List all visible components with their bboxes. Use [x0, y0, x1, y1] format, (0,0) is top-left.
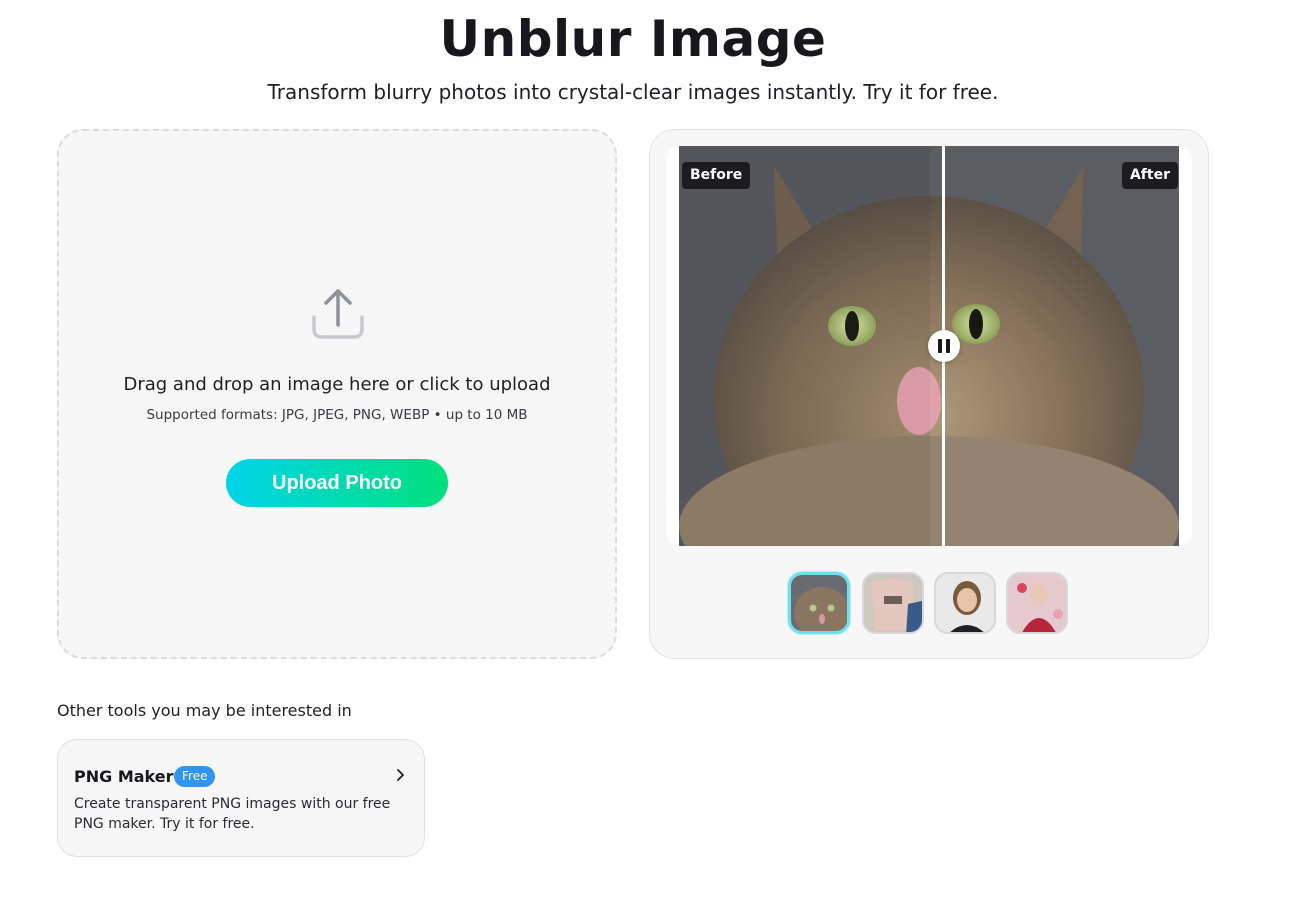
- after-badge: After: [1121, 162, 1178, 189]
- thumbnail-cat[interactable]: [788, 572, 850, 634]
- pause-icon[interactable]: [928, 330, 960, 362]
- chevron-right-icon: [397, 769, 404, 781]
- tool-card-png-maker[interactable]: PNG Maker Free Create transparent PNG im…: [57, 739, 425, 857]
- sample-thumbnails: [788, 570, 1078, 634]
- upload-icon: [312, 289, 364, 339]
- upload-instruction: Drag and drop an image here or click to …: [123, 374, 551, 395]
- tool-name: PNG Maker: [74, 767, 174, 786]
- upload-photo-button[interactable]: Upload Photo: [226, 459, 448, 507]
- thumbnail-portrait[interactable]: [934, 572, 996, 634]
- other-tools-heading: Other tools you may be interested in: [57, 701, 352, 720]
- before-badge: Before: [682, 162, 751, 189]
- tool-description: Create transparent PNG images with our f…: [74, 796, 391, 832]
- thumbnail-tshirts[interactable]: [862, 572, 924, 634]
- upload-dropzone[interactable]: Drag and drop an image here or click to …: [57, 129, 617, 659]
- comparison-image[interactable]: [679, 146, 1179, 546]
- free-badge: Free: [174, 766, 216, 787]
- before-after-preview: Before After: [649, 129, 1209, 659]
- page-title: Unblur Image: [439, 10, 827, 68]
- upload-formats-hint: Supported formats: JPG, JPEG, PNG, WEBP …: [146, 407, 528, 423]
- thumbnail-costume[interactable]: [1006, 572, 1068, 634]
- page-subtitle: Transform blurry photos into crystal-cle…: [267, 80, 999, 104]
- comparison-frame: Before After: [666, 146, 1192, 546]
